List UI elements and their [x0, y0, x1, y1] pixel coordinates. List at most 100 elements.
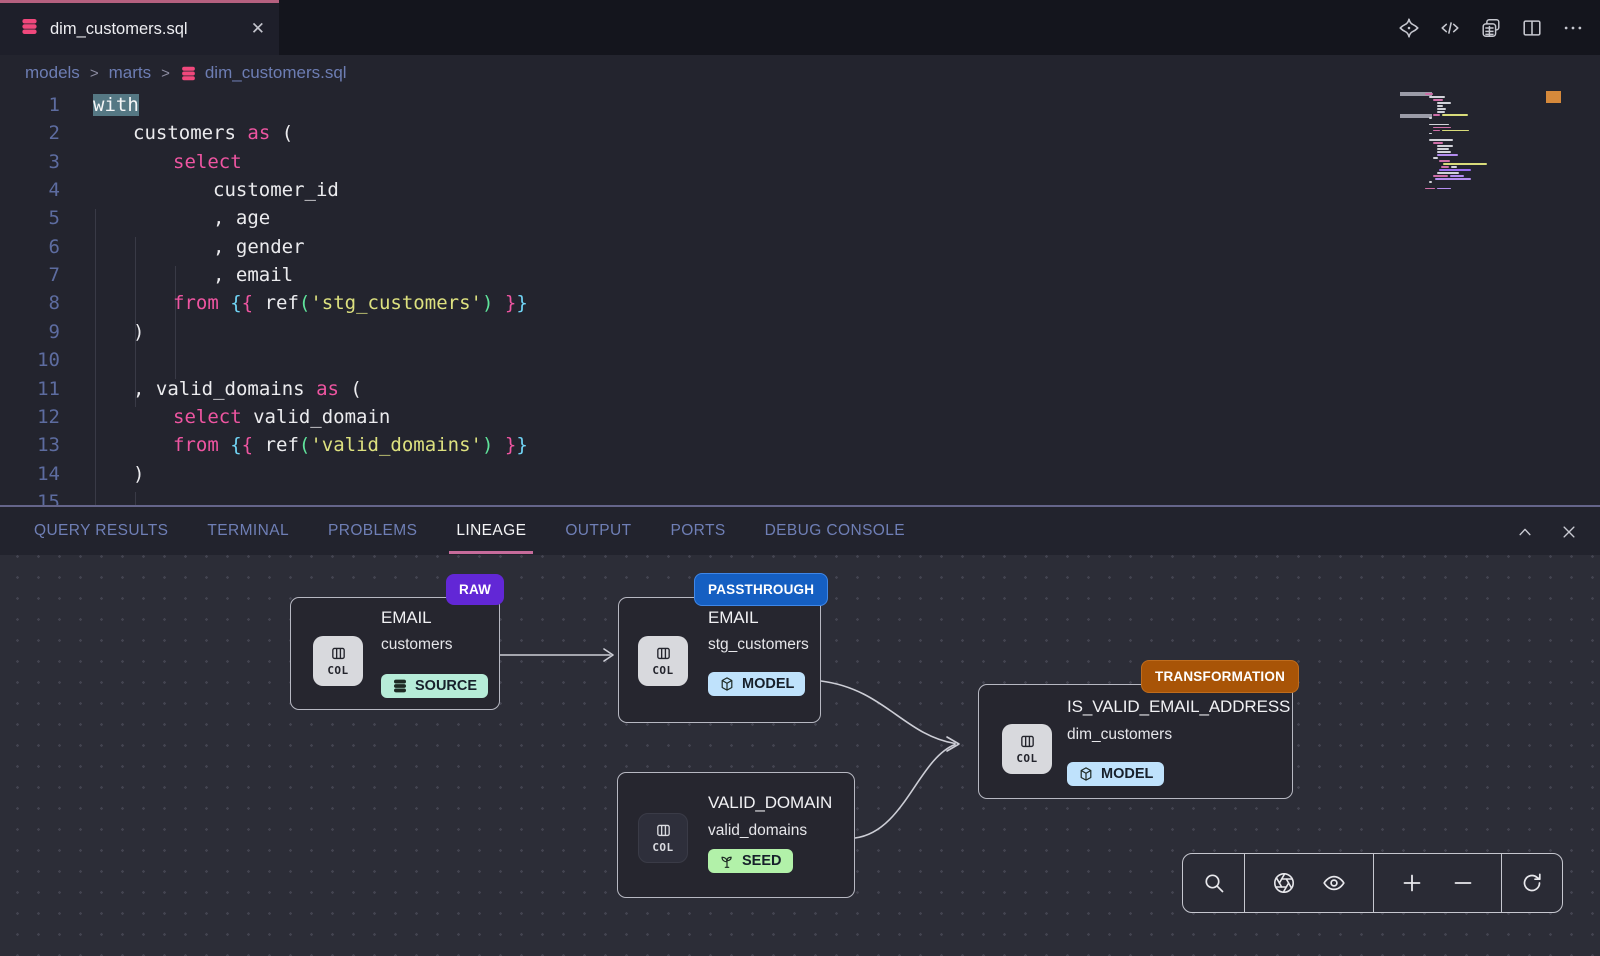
node-top-badge: PASSTHROUGH — [694, 573, 828, 606]
line-number: 13 — [0, 431, 60, 459]
code-line[interactable]: 2customers as ( — [0, 119, 1600, 147]
close-icon[interactable]: ✕ — [251, 19, 265, 39]
breadcrumb-segment[interactable]: models — [25, 63, 80, 83]
panel-tab-problems[interactable]: PROBLEMS — [328, 507, 417, 555]
line-text: ) — [133, 318, 144, 346]
column-toggle[interactable]: COL — [1002, 724, 1052, 774]
lineage-node-valid_domains[interactable]: COLVALID_DOMAINvalid_domainsSEED — [617, 772, 855, 898]
chevron-up-icon[interactable] — [1516, 523, 1534, 541]
minimap-line — [1425, 188, 1435, 190]
minimap-line — [1433, 157, 1438, 159]
copy-table-icon[interactable] — [1480, 17, 1502, 39]
line-number: 10 — [0, 346, 60, 374]
panel-tab-terminal[interactable]: TERMINAL — [207, 507, 289, 555]
breadcrumb-separator: > — [90, 65, 99, 82]
node-top-badge: RAW — [446, 574, 504, 605]
type-badge-label: SOURCE — [415, 678, 477, 694]
minimap-line — [1437, 108, 1446, 110]
line-number: 5 — [0, 204, 60, 232]
node-type-badge-source: SOURCE — [381, 674, 488, 698]
breadcrumb-separator: > — [161, 65, 170, 82]
code-line[interactable]: 8from {{ ref('stg_customers') }} — [0, 289, 1600, 317]
toolbar-group — [1183, 854, 1244, 912]
minus-button[interactable] — [1451, 871, 1475, 895]
code-line[interactable]: 10 — [0, 346, 1600, 374]
toolbar-group — [1501, 854, 1562, 912]
code-line[interactable]: 11 , valid_domains as ( — [0, 375, 1600, 403]
lineage-node-stg_customers[interactable]: PASSTHROUGHCOLEMAILstg_customersMODEL — [618, 597, 821, 723]
breadcrumb-segment[interactable]: marts — [109, 63, 152, 83]
lineage-canvas[interactable]: RAWCOLEMAILcustomersSOURCEPASSTHROUGHCOL… — [0, 555, 1600, 956]
tab-dim-customers[interactable]: dim_customers.sql ✕ — [0, 0, 279, 55]
minimap-line — [1437, 145, 1453, 147]
node-title: EMAIL — [381, 608, 432, 628]
dbt-logo-icon[interactable] — [1398, 17, 1420, 39]
line-text: , valid_domains as ( — [133, 375, 362, 403]
line-number: 2 — [0, 119, 60, 147]
plus-button[interactable] — [1400, 871, 1424, 895]
arrowhead-icon — [947, 737, 959, 751]
column-toggle[interactable]: COL — [638, 813, 688, 863]
code-line[interactable]: 1with — [0, 91, 1600, 119]
search-button[interactable] — [1202, 871, 1226, 895]
minimap-line — [1429, 133, 1432, 135]
panel-tab-output[interactable]: OUTPUT — [565, 507, 631, 555]
code-icon[interactable] — [1439, 17, 1461, 39]
refresh-button[interactable] — [1520, 871, 1544, 895]
minimap-line — [1437, 148, 1449, 150]
line-number: 4 — [0, 176, 60, 204]
lineage-node-customers[interactable]: RAWCOLEMAILcustomersSOURCE — [290, 597, 500, 710]
code-line[interactable]: 14) — [0, 460, 1600, 488]
database-icon — [180, 65, 197, 82]
minimap[interactable] — [1425, 93, 1537, 203]
code-line[interactable]: 7, email — [0, 261, 1600, 289]
lineage-node-dim_customers[interactable]: TRANSFORMATIONCOLIS_VALID_EMAIL_ADDRESSd… — [978, 684, 1293, 799]
minimap-line — [1425, 93, 1433, 95]
editor-tab-bar: dim_customers.sql ✕ — [0, 0, 1600, 55]
line-text: ) — [133, 460, 144, 488]
minimap-line — [1437, 105, 1443, 107]
colbox-label: COL — [1016, 752, 1037, 765]
minimap-line — [1437, 188, 1451, 190]
columns-icon — [1019, 734, 1036, 751]
eye-button[interactable] — [1322, 871, 1346, 895]
panel-tab-ports[interactable]: PORTS — [670, 507, 725, 555]
minimap-line — [1433, 175, 1448, 177]
more-icon[interactable] — [1562, 17, 1584, 39]
code-line[interactable]: 6, gender — [0, 233, 1600, 261]
minimap-line — [1433, 114, 1440, 116]
line-number: 9 — [0, 318, 60, 346]
code-line[interactable]: 15 — [0, 488, 1600, 505]
aperture-button[interactable] — [1272, 871, 1296, 895]
column-toggle[interactable]: COL — [638, 636, 688, 686]
code-line[interactable]: 3select — [0, 148, 1600, 176]
panel-tab-query-results[interactable]: QUERY RESULTS — [34, 507, 168, 555]
colbox-label: COL — [652, 664, 673, 677]
database-icon — [20, 17, 39, 41]
breadcrumb-file[interactable]: dim_customers.sql — [180, 63, 347, 83]
line-number: 11 — [0, 375, 60, 403]
editor-actions — [1398, 0, 1584, 55]
minimap-line — [1451, 166, 1457, 168]
node-type-badge-model: MODEL — [708, 672, 805, 696]
code-line[interactable]: 4customer_id — [0, 176, 1600, 204]
split-editor-icon[interactable] — [1521, 17, 1543, 39]
seedling-icon — [719, 853, 735, 869]
panel-tab-debug-console[interactable]: DEBUG CONSOLE — [765, 507, 905, 555]
column-toggle[interactable]: COL — [313, 636, 363, 686]
code-line[interactable]: 9) — [0, 318, 1600, 346]
node-subtitle: customers — [381, 636, 453, 654]
code-line[interactable]: 12select valid_domain — [0, 403, 1600, 431]
type-badge-label: SEED — [742, 853, 782, 869]
minimap-line — [1429, 139, 1453, 141]
code-editor[interactable]: 1with2customers as (3select4customer_id5… — [0, 91, 1600, 505]
minimap-line — [1429, 96, 1445, 98]
bottom-panel: QUERY RESULTS TERMINAL PROBLEMS LINEAGE OUTP… — [0, 505, 1600, 956]
panel-tab-lineage[interactable]: LINEAGE — [456, 507, 526, 555]
code-line[interactable]: 13from {{ ref('valid_domains') }} — [0, 431, 1600, 459]
close-icon[interactable] — [1560, 523, 1578, 541]
database-icon — [392, 678, 408, 694]
minimap-line — [1439, 169, 1471, 171]
code-line[interactable]: 5, age — [0, 204, 1600, 232]
line-number: 3 — [0, 148, 60, 176]
